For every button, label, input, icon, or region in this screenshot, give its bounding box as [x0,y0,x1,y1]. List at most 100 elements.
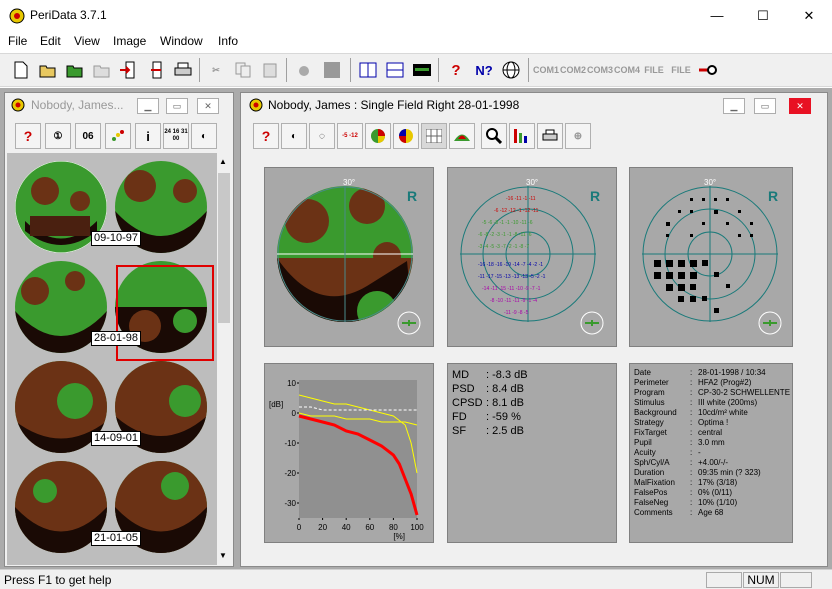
probability-symbol-map[interactable] [642,186,778,322]
info-value: 28-01-1998 / 10:34 [698,368,766,377]
grid-icon[interactable] [421,123,447,149]
num-lock-indicator: NUM [743,572,779,588]
info-key: MalFixation [634,478,675,487]
child-close-button[interactable]: ✕ [789,98,811,114]
probability-symbols-panel: 30° R [629,167,793,347]
cut-icon[interactable]: ✂ [204,58,228,82]
svg-text:-16 -11 -1 -11: -16 -11 -1 -11 [506,196,536,202]
toolbar-separator [438,58,439,82]
info-colon: : [690,378,693,387]
info-key: Strategy [634,418,664,427]
tile-vertical-icon[interactable] [356,58,380,82]
svg-text:-6 -12 -12 -1 -12 -11: -6 -12 -12 -1 -12 -11 [494,208,539,214]
x-tick-label: 60 [365,523,374,532]
child-maximize-button[interactable]: ▭ [166,98,188,114]
status-help-text: Press F1 to get help [4,573,112,587]
export-icon[interactable] [144,58,168,82]
child-minimize-button[interactable]: ▁ [723,98,745,114]
info-colon: : [690,508,693,517]
eye-symbol-icon [397,311,421,335]
color-map-icon[interactable] [365,123,391,149]
info-icon[interactable]: i [135,123,161,149]
info-value: +4.00/-/- [698,458,729,467]
copy-icon[interactable] [231,58,255,82]
new-file-icon[interactable] [9,58,33,82]
file-icon[interactable]: FILE [642,58,666,82]
minimize-button[interactable]: — [694,0,740,31]
scroll-down-icon[interactable]: ▼ [219,551,227,560]
open-green-folder-icon[interactable] [63,58,87,82]
stop-icon[interactable] [320,58,344,82]
com4-icon[interactable]: COM4 [614,58,640,82]
numeric-values-map[interactable]: -16 -11 -1 -11 -6 -12 -12 -1 -12 -11 -5 … [460,186,596,322]
cumulative-defect-curve-panel: 10 0 -10 -20 -30 0 20 40 60 80 100 [dB] [%] [264,363,434,543]
scroll-thumb[interactable] [218,173,230,323]
zoom-icon[interactable] [481,123,507,149]
history-window: Nobody, James... ▁ ▭ ✕ ? ① 06 i 24 16 31… [4,92,234,567]
menu-window[interactable]: Window [160,34,203,48]
web-globe-icon[interactable] [499,58,523,82]
svg-text:-11 -17 -15 -13 -13 -13 -5 -2: -11 -17 -15 -13 -13 -13 -5 -2 -1 [478,274,546,280]
grayscale-icon[interactable]: ◐ [191,123,217,149]
info-colon: : [690,488,693,497]
print-icon[interactable] [537,123,563,149]
info-key: FalsePos [634,488,668,497]
x-tick-label: 20 [318,523,327,532]
paste-icon[interactable] [258,58,282,82]
child-close-button[interactable]: ✕ [197,98,219,114]
open-folder-icon[interactable] [36,58,60,82]
single-view-icon[interactable]: ① [45,123,71,149]
crosshair-icon[interactable]: ⊕ [565,123,591,149]
close-button[interactable]: ✕ [786,0,832,31]
numeric-values-icon[interactable]: -5 -12 [337,123,363,149]
info-colon: : [690,368,693,377]
values-icon[interactable]: 24 16 31 00 [163,123,189,149]
hill-of-vision-icon[interactable] [449,123,475,149]
info-value: 0% (0/11) [698,488,733,497]
help-icon[interactable]: ? [253,123,279,149]
help-icon[interactable]: ? [15,123,41,149]
status-cell [780,572,812,588]
info-colon: : [690,388,693,397]
compare-icon[interactable]: 06 [75,123,101,149]
com3-icon[interactable]: COM3 [587,58,613,82]
maximize-button[interactable]: ☐ [740,0,786,31]
menu-edit[interactable]: Edit [40,34,61,48]
info-value: III white (200ms) [698,398,758,407]
field-color-map[interactable] [277,186,413,322]
eye-symbol-icon [580,311,604,335]
com2-icon[interactable]: COM2 [560,58,586,82]
bug-icon[interactable] [292,58,316,82]
dots-icon[interactable]: ◌ [309,123,335,149]
child-maximize-button[interactable]: ▭ [754,98,776,114]
child-minimize-button[interactable]: ▁ [137,98,159,114]
menu-file[interactable]: File [8,34,27,48]
menu-image[interactable]: Image [113,34,146,48]
progression-icon[interactable] [105,123,131,149]
menu-view[interactable]: View [74,34,100,48]
file2-icon[interactable]: FILE [669,58,693,82]
history-scrollbar[interactable]: ▲ ▼ [217,153,231,565]
eye-symbol-icon [758,311,782,335]
monitor-icon[interactable] [410,58,434,82]
info-value: Optima ! [698,418,729,427]
import-icon[interactable] [117,58,141,82]
open-disabled-icon[interactable] [90,58,114,82]
grayscale-icon[interactable]: ◐ [281,123,307,149]
scroll-up-icon[interactable]: ▲ [219,157,227,166]
info-key: Program [634,388,665,397]
com1-icon[interactable]: COM1 [533,58,559,82]
info-colon: : [690,498,693,507]
key-icon[interactable] [696,58,720,82]
bebie-curve-icon[interactable] [509,123,535,149]
cumulative-defect-chart: 100-10-20-300 20 40 60 80 100[dB][%] [269,379,424,541]
print-icon[interactable] [171,58,195,82]
numeric-values-panel: 30° R -16 -11 -1 -11 -6 -12 -12 -1 -12 -… [447,167,617,347]
probability-map-icon[interactable] [393,123,419,149]
help-icon[interactable]: ? [444,58,468,82]
x-tick-label: 80 [389,523,398,532]
tile-horizontal-icon[interactable] [383,58,407,82]
menu-info[interactable]: Info [218,34,238,48]
context-help-icon[interactable]: N? [472,58,496,82]
info-colon: : [690,418,693,427]
